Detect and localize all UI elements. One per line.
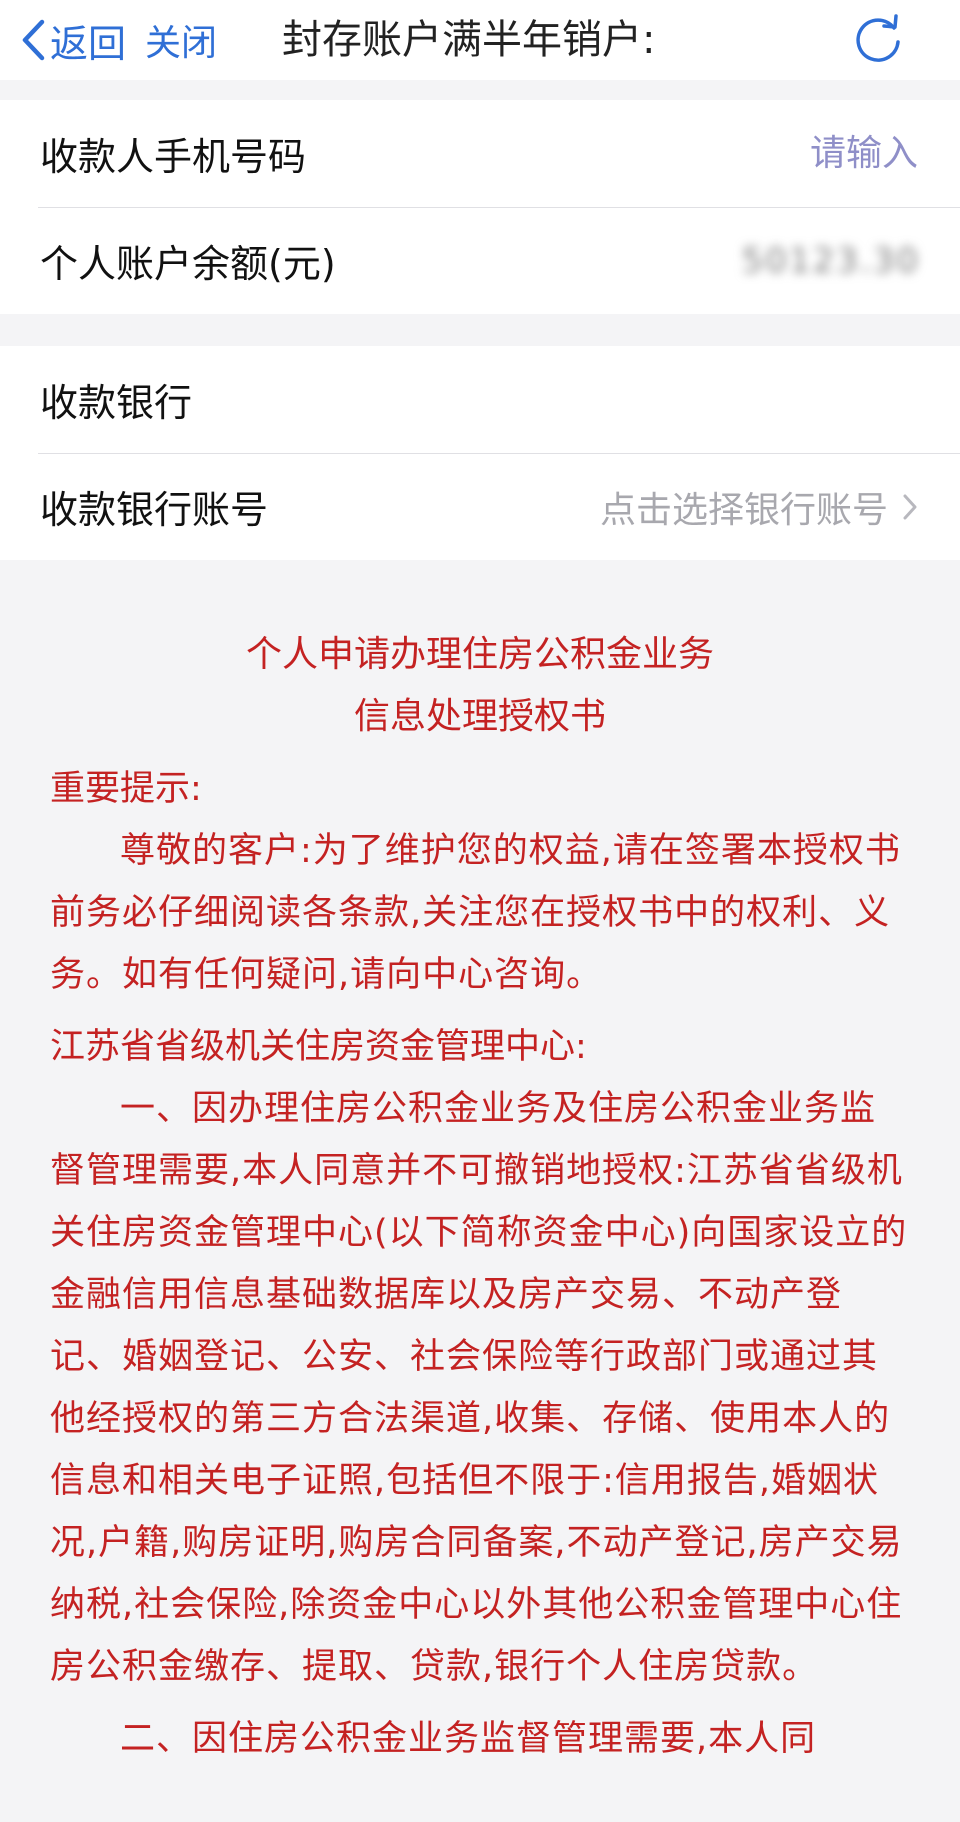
balance-value-wrap: 50123.30 [742, 241, 920, 281]
phone-input[interactable] [660, 132, 920, 175]
chevron-right-icon [903, 494, 917, 519]
navigation-bar: 返回 关闭 封存账户满半年销户: [0, 0, 960, 80]
phone-label: 收款人手机号码 [40, 135, 307, 179]
balance-row: 个人账户余额(元) 50123.30 [0, 207, 960, 314]
bank-account-row[interactable]: 收款银行账号 点击选择银行账号 [0, 453, 960, 560]
authorization-document: 个人申请办理住房公积金业务 信息处理授权书 重要提示: 尊敬的客户:为了维护您的… [0, 560, 960, 1822]
bank-row[interactable]: 收款银行 [0, 346, 960, 453]
notice-heading: 重要提示: [50, 769, 202, 809]
notice-paragraph: 尊敬的客户:为了维护您的权益,请在签署本授权书前务必仔细阅读各条款,关注您在授权… [50, 831, 901, 995]
document-title-line1: 个人申请办理住房公积金业务 [245, 634, 714, 675]
bank-account-label: 收款银行账号 [40, 488, 269, 532]
chevron-left-icon [22, 19, 45, 61]
back-button[interactable]: 返回 [20, 10, 126, 70]
bank-label: 收款银行 [40, 381, 193, 425]
document-title: 个人申请办理住房公积金业务 信息处理授权书 [50, 624, 910, 748]
clause-1: 一、因办理住房公积金业务及住房公积金业务监督管理需要,本人同意并不可撤销地授权:… [50, 1089, 908, 1687]
back-label: 返回 [50, 21, 127, 66]
form-group-bank: 收款银行 收款银行账号 点击选择银行账号 [0, 346, 960, 560]
form-group-recipient: 收款人手机号码 个人账户余额(元) 50123.30 [0, 100, 960, 314]
document-title-line2: 信息处理授权书 [353, 696, 606, 737]
phone-row[interactable]: 收款人手机号码 [0, 100, 960, 207]
balance-label: 个人账户余额(元) [40, 242, 336, 286]
addressee: 江苏省省级机关住房资金管理中心: [50, 1027, 587, 1067]
page-title: 封存账户满半年销户: [282, 17, 656, 63]
clause-2: 二、因住房公积金业务监督管理需要,本人同 [120, 1719, 817, 1759]
close-button[interactable]: 关闭 [145, 10, 217, 70]
balance-value: 50123.30 [741, 240, 920, 281]
refresh-icon[interactable] [850, 12, 906, 68]
bank-account-selector[interactable]: 点击选择银行账号 [600, 481, 920, 533]
bank-account-placeholder: 点击选择银行账号 [599, 489, 888, 531]
